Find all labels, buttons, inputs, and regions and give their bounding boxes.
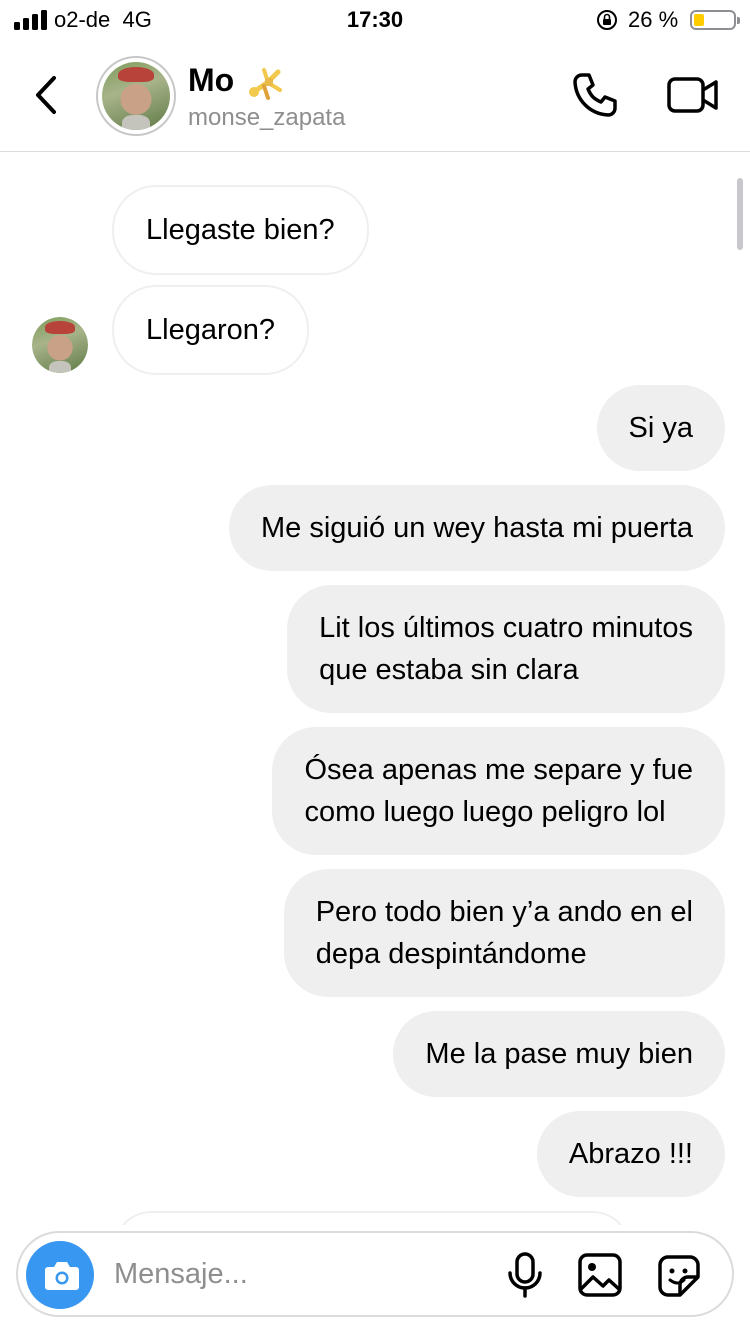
chat-header: Mo monse_zapata [0,40,750,152]
message-bubble-outgoing[interactable]: Ósea apenas me separe y fue como luego l… [272,727,725,855]
message-bubble-incoming[interactable]: Llegaste bien? [112,185,369,275]
message-text-line: depa despintándome [315,938,587,970]
message-text-line: Pero todo bien y’a ando en el [315,896,693,928]
avatar-photo [102,62,170,130]
avatar[interactable] [96,56,176,136]
orientation-lock-icon [597,10,617,30]
phone-icon[interactable] [570,70,620,120]
message-input[interactable] [114,1251,484,1297]
message-text-line: como luego luego peligro lol [304,796,666,828]
message-bubble-outgoing[interactable]: Si ya [596,385,725,471]
message-text: Llegaron? [146,314,275,346]
message-text-line: Lit los últimos cuatro minutos [319,612,693,644]
battery-icon [690,10,740,30]
person-cartwheeling-icon [249,68,282,100]
message-composer [16,1231,734,1317]
camera-icon [45,1262,79,1290]
message-bubble-outgoing[interactable]: Me siguió un wey hasta mi puerta [229,485,725,571]
message-thread[interactable]: Llegaste bien? Llegaron? Si ya Me siguió… [0,153,750,1225]
status-bar: o2-de 4G 17:30 26 % [0,0,750,40]
message-text-line: Ósea apenas me separe y fue [304,754,693,786]
sender-avatar[interactable] [32,317,88,373]
chevron-left-icon[interactable] [26,70,66,120]
contact-name[interactable]: Mo [188,62,234,99]
camera-button[interactable] [26,1241,94,1309]
sticker-icon[interactable] [654,1251,704,1301]
message-bubble-outgoing[interactable]: Lit los últimos cuatro minutos que estab… [287,585,725,713]
message-bubble-incoming[interactable]: Llegaron? [112,285,309,375]
scrollbar[interactable] [737,178,743,250]
battery-level [694,14,704,26]
battery-percent: 26 % [628,7,679,32]
message-bubble-outgoing[interactable]: Me la pase muy bien [393,1011,725,1097]
message-bubble-outgoing[interactable]: Abrazo !!! [536,1111,725,1197]
message-text: Me la pase muy bien [425,1038,693,1070]
message-text: Llegaste bien? [146,214,335,246]
video-camera-icon[interactable] [666,72,720,118]
gallery-icon[interactable] [576,1251,624,1299]
message-bubble-outgoing[interactable]: Pero todo bien y’a ando en el depa despi… [283,869,725,997]
message-text: Me siguió un wey hasta mi puerta [261,512,693,544]
message-bubble-incoming-partial[interactable] [112,1211,632,1225]
message-text: Si ya [628,412,693,444]
contact-username: monse_zapata [188,104,346,131]
microphone-icon[interactable] [502,1251,548,1299]
message-text: Abrazo !!! [568,1138,693,1170]
avatar-photo [32,317,88,373]
message-text-line: que estaba sin clara [319,654,579,686]
